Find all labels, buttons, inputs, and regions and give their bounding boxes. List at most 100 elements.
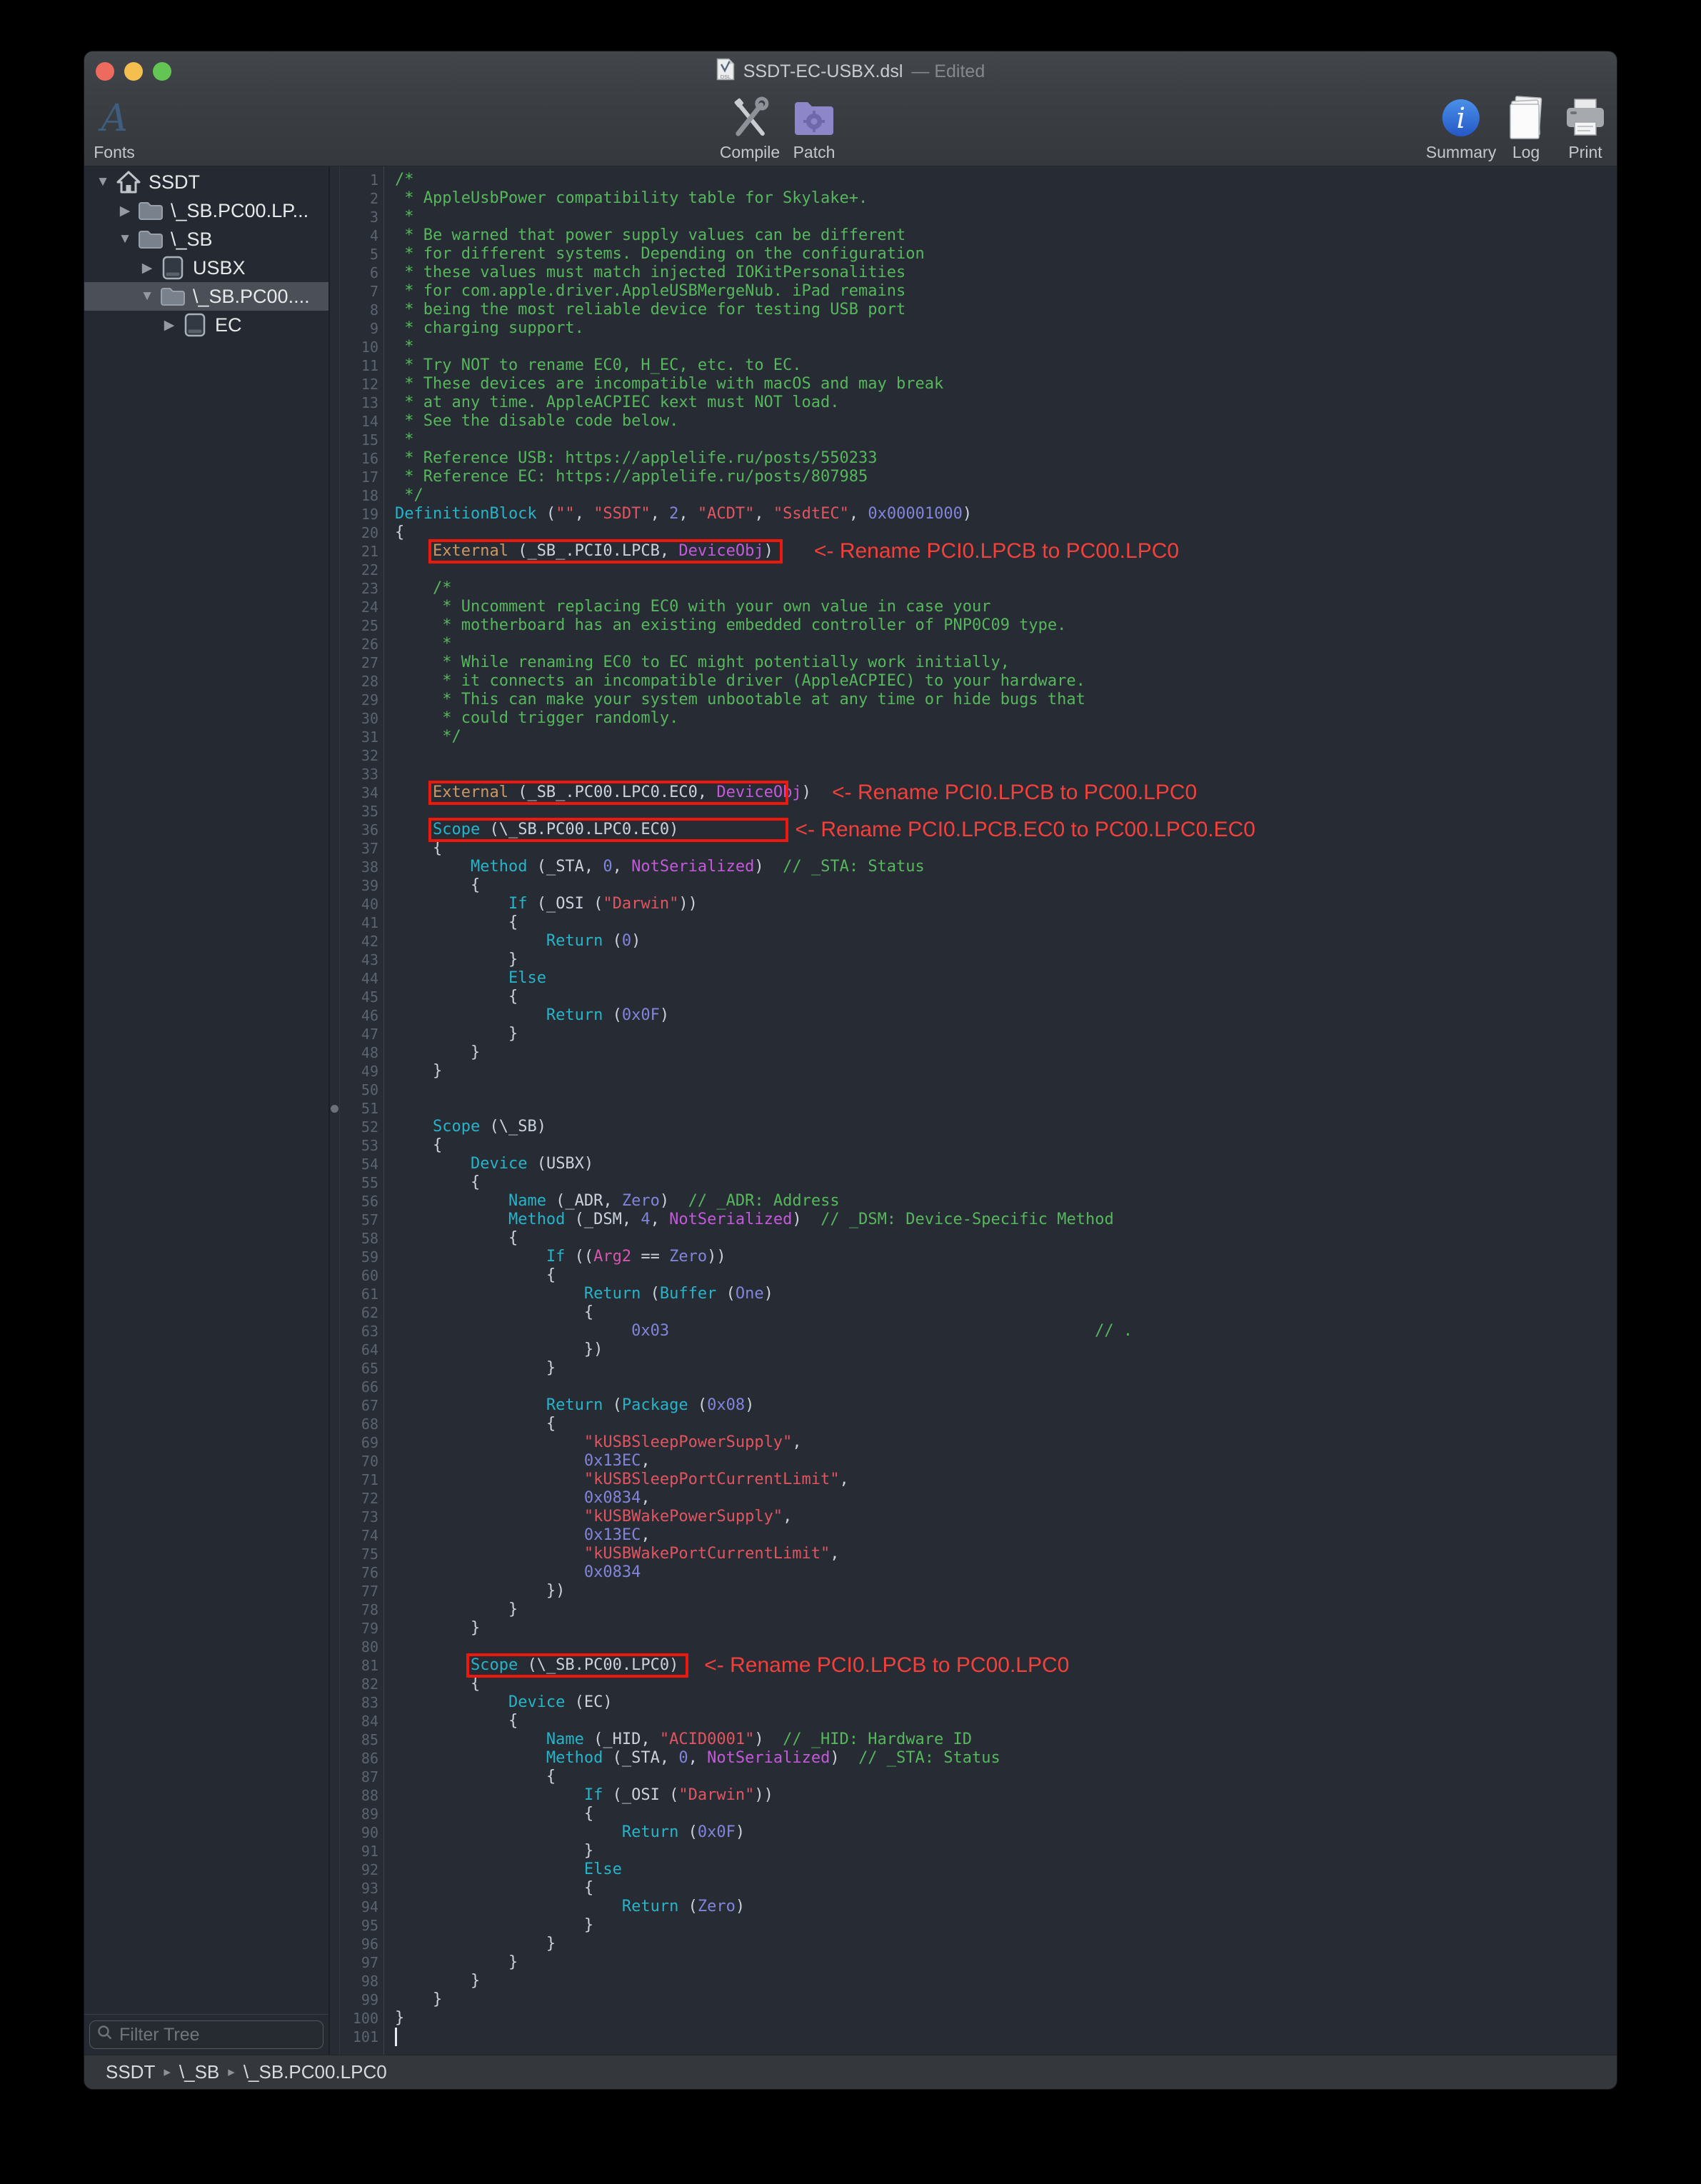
chevron-right-icon[interactable]: ▶	[161, 317, 178, 334]
line-number: 36	[340, 821, 378, 839]
tree-row-label: EC	[215, 314, 242, 336]
line-number: 7	[340, 282, 378, 301]
code-line: *	[395, 208, 1617, 226]
code-line	[395, 1099, 1617, 1118]
code-line: }	[395, 1972, 1617, 1990]
line-number: 35	[340, 802, 378, 821]
folder-icon	[136, 229, 165, 250]
code-area[interactable]: /* * AppleUsbPower compatibility table f…	[384, 166, 1617, 2055]
line-number: 45	[340, 988, 378, 1006]
chevron-right-icon[interactable]: ▶	[116, 203, 134, 219]
line-number: 3	[340, 208, 378, 226]
toolbar-item-label: Summary	[1426, 143, 1496, 162]
code-line: }	[395, 1990, 1617, 2009]
line-number: 21	[340, 542, 378, 561]
line-number: 67	[340, 1396, 378, 1415]
main-content: ▼SSDT▶\_SB.PC00.LP... ▼ \_SB ▶USBX▼\_SB.PC0…	[84, 166, 1617, 2055]
editor-ribbon	[330, 166, 340, 2055]
line-number: 59	[340, 1248, 378, 1266]
code-line: }	[395, 1062, 1617, 1081]
code-line: 0x13EC,	[395, 1526, 1617, 1545]
line-number: 34	[340, 783, 378, 802]
code-line: }	[395, 1025, 1617, 1043]
tree-row-sbpc00[interactable]: ▼\_SB.PC00....	[84, 282, 328, 311]
code-line: Return (0x0F)	[395, 1823, 1617, 1842]
code-line: {	[395, 913, 1617, 932]
code-line: }	[395, 1359, 1617, 1378]
code-line	[395, 1378, 1617, 1396]
line-number: 88	[340, 1786, 378, 1805]
code-line: "kUSBWakePortCurrentLimit",	[395, 1545, 1617, 1563]
line-number: 41	[340, 913, 378, 932]
maciasl-window: DSL SSDT-EC-USBX.dsl — Edited AFonts Comp…	[84, 51, 1617, 2089]
tree-row-label: \_SB	[171, 229, 213, 251]
chevron-down-icon[interactable]: ▼	[94, 174, 111, 190]
breadcrumb-item[interactable]: SSDT	[106, 2061, 155, 2083]
code-line: * being the most reliable device for tes…	[395, 301, 1617, 319]
print-button[interactable]: Print	[1565, 96, 1606, 162]
summary-button[interactable]: iSummary	[1426, 96, 1496, 162]
code-line: {	[395, 1136, 1617, 1155]
svg-text:DSL: DSL	[720, 74, 731, 80]
tree-row-ec[interactable]: ▶ EC	[84, 311, 328, 339]
title-bar[interactable]: DSL SSDT-EC-USBX.dsl — Edited	[84, 51, 1617, 91]
text-cursor	[395, 2028, 397, 2046]
print-icon	[1565, 96, 1606, 140]
line-number: 80	[340, 1638, 378, 1656]
chevron-down-icon[interactable]: ▼	[139, 289, 156, 304]
line-number: 24	[340, 598, 378, 616]
line-number: 17	[340, 468, 378, 486]
line-number: 2	[340, 189, 378, 208]
code-line: {	[395, 1805, 1617, 1823]
line-number: 97	[340, 1953, 378, 1972]
tree-row-sbpc00lp[interactable]: ▶\_SB.PC00.LP...	[84, 196, 328, 225]
minimize-button[interactable]	[124, 62, 143, 81]
code-line: * Uncomment replacing EC0 with your own …	[395, 598, 1617, 616]
code-line: * at any time. AppleACPIEC kext must NOT…	[395, 394, 1617, 412]
code-line: Return (0x0F)	[395, 1006, 1617, 1025]
breadcrumb-separator-icon: ▸	[164, 2064, 171, 2080]
patch-icon	[792, 96, 836, 140]
line-number: 4	[340, 226, 378, 245]
line-number: 14	[340, 412, 378, 431]
fonts-button[interactable]: AFonts	[94, 96, 135, 162]
line-number: 5	[340, 245, 378, 264]
line-number: 76	[340, 1563, 378, 1582]
tree-row-usbx[interactable]: ▶USBX	[84, 254, 328, 282]
code-line: {	[395, 1768, 1617, 1786]
code-line: *	[395, 431, 1617, 449]
code-line	[395, 2028, 1617, 2046]
line-number: 23	[340, 579, 378, 598]
window-edited-suffix: — Edited	[911, 61, 985, 82]
gutter-marker-dot	[331, 1105, 338, 1113]
breadcrumb-item[interactable]: \_SB.PC00.LPC0	[244, 2061, 387, 2083]
close-button[interactable]	[96, 62, 114, 81]
line-number: 93	[340, 1879, 378, 1898]
line-number: 11	[340, 356, 378, 375]
log-button[interactable]: Log	[1506, 96, 1546, 162]
code-editor[interactable]: 1234567891011121314151617181920212223242…	[330, 166, 1617, 2055]
filter-tree-input[interactable]: Filter Tree	[89, 2020, 323, 2049]
tree-row-sb[interactable]: ▼ \_SB	[84, 225, 328, 254]
line-number: 20	[340, 524, 378, 542]
code-line: 0x0834	[395, 1563, 1617, 1582]
zoom-button[interactable]	[153, 62, 171, 81]
tree-row-ssdt[interactable]: ▼SSDT	[84, 168, 328, 196]
code-line: Name (_HID, "ACID0001") // _HID: Hardwar…	[395, 1730, 1617, 1749]
toolbar-item-label: Log	[1512, 143, 1540, 162]
toolbar: AFonts Compile Patch iSummary Log Print	[84, 91, 1617, 166]
breadcrumb-item[interactable]: \_SB	[179, 2061, 219, 2083]
line-number: 40	[340, 895, 378, 913]
patch-button[interactable]: Patch	[792, 96, 836, 162]
line-number: 89	[340, 1805, 378, 1823]
compile-button[interactable]: Compile	[720, 96, 780, 162]
code-line: }	[395, 2009, 1617, 2028]
line-number: 72	[340, 1489, 378, 1508]
line-number: 84	[340, 1712, 378, 1730]
chevron-down-icon[interactable]: ▼	[116, 231, 134, 247]
chevron-right-icon[interactable]: ▶	[139, 260, 156, 276]
line-number: 96	[340, 1935, 378, 1953]
line-number: 27	[340, 653, 378, 672]
code-line: }	[395, 1619, 1617, 1638]
code-line: Return (Zero)	[395, 1898, 1617, 1916]
